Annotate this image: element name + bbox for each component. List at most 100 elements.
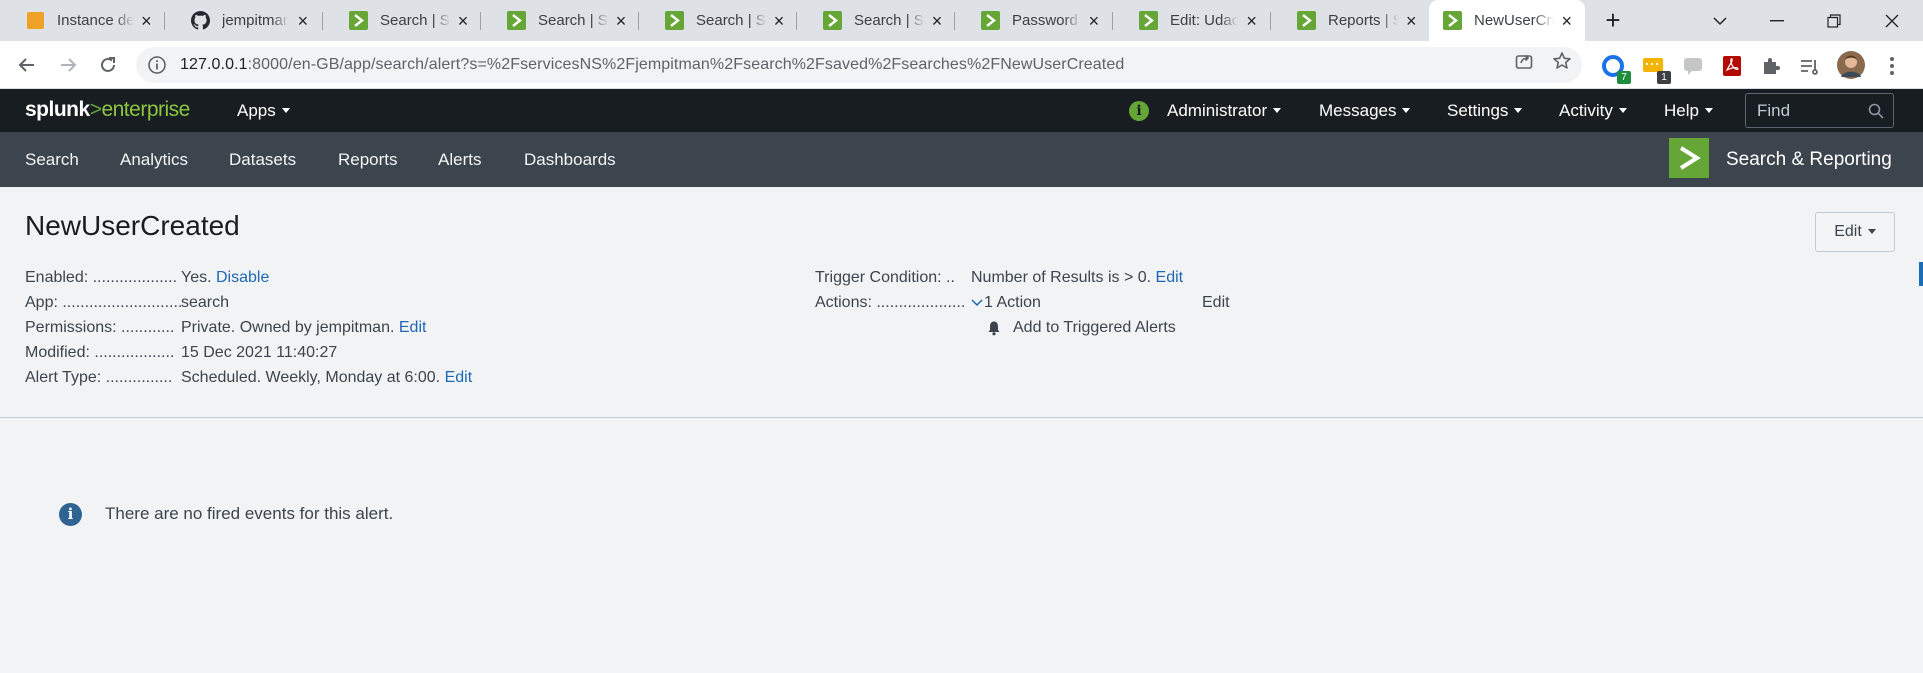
close-tab-icon[interactable]: × bbox=[773, 12, 785, 30]
messages-menu[interactable]: Messages bbox=[1319, 89, 1411, 132]
messages-menu-label: Messages bbox=[1319, 101, 1397, 120]
find-input[interactable] bbox=[1746, 94, 1866, 127]
url-text[interactable]: 127.0.0.1:8000/en-GB/app/search/alert?s=… bbox=[180, 56, 1124, 74]
extension-note-button[interactable]: 1 bbox=[1641, 54, 1671, 84]
nav-analytics[interactable]: Analytics bbox=[120, 132, 188, 187]
settings-menu[interactable]: Settings bbox=[1447, 89, 1523, 132]
extensions-button[interactable] bbox=[1759, 54, 1783, 78]
actions-toggle[interactable]: 1 Action bbox=[971, 294, 1041, 312]
help-menu[interactable]: Help bbox=[1664, 89, 1713, 132]
nav-datasets[interactable]: Datasets bbox=[229, 132, 296, 187]
browser-tab[interactable]: Reports | Splunk × bbox=[1271, 0, 1429, 41]
app-name[interactable]: Search & Reporting bbox=[1726, 132, 1892, 187]
info-icon[interactable]: i bbox=[1129, 101, 1149, 121]
minimize-icon bbox=[1770, 19, 1784, 21]
detail-value: 15 Dec 2021 11:40:27 bbox=[181, 344, 338, 361]
detail-label: Modified: .................. bbox=[25, 344, 175, 361]
search-icon[interactable] bbox=[1868, 103, 1884, 119]
browser-menu-button[interactable] bbox=[1880, 54, 1904, 78]
bell-icon bbox=[988, 321, 1000, 336]
edit-actions-link[interactable]: Edit bbox=[1202, 294, 1230, 312]
nav-search[interactable]: Search bbox=[25, 132, 79, 187]
browser-tab[interactable]: Instance details × bbox=[0, 0, 165, 41]
tab-title: jempitman/ bbox=[222, 12, 289, 29]
nav-reports[interactable]: Reports bbox=[338, 132, 398, 187]
browser-tab[interactable]: Search | Splunk × bbox=[323, 0, 481, 41]
detail-label: Trigger Condition: .. bbox=[815, 269, 955, 286]
user-menu-label: Administrator bbox=[1167, 101, 1268, 120]
minimize-button[interactable] bbox=[1749, 0, 1805, 41]
share-button[interactable] bbox=[1512, 49, 1536, 73]
close-tab-icon[interactable]: × bbox=[1087, 12, 1101, 30]
tab-title: Search | Splunk bbox=[854, 12, 925, 29]
tab-search-button[interactable] bbox=[1692, 0, 1748, 41]
extension-chat-button[interactable] bbox=[1681, 54, 1705, 78]
tab-title: Reports | Splunk bbox=[1328, 12, 1400, 29]
close-tab-icon[interactable]: × bbox=[615, 12, 627, 30]
detail-value: Scheduled. Weekly, Monday at 6:00. bbox=[181, 369, 441, 386]
apps-menu[interactable]: Apps bbox=[237, 89, 290, 132]
caret-down-icon bbox=[1514, 108, 1523, 114]
splunk-icon bbox=[823, 11, 842, 30]
close-window-button[interactable] bbox=[1864, 0, 1920, 41]
browser-tab[interactable]: Search | Splunk × bbox=[797, 0, 955, 41]
splunk-logo[interactable]: splunk>enterprise bbox=[25, 98, 190, 122]
edit-alert-type-link[interactable]: Edit bbox=[445, 369, 473, 386]
extension-c-button[interactable]: 7 bbox=[1601, 54, 1631, 84]
logo-chevron: > bbox=[89, 98, 102, 121]
close-tab-icon[interactable]: × bbox=[1560, 12, 1573, 30]
forward-button[interactable] bbox=[52, 49, 84, 81]
site-info-icon[interactable] bbox=[148, 56, 166, 74]
chevron-down-icon bbox=[1713, 16, 1727, 25]
browser-tab[interactable]: Search | Splunk × bbox=[481, 0, 639, 41]
section-divider bbox=[0, 417, 1923, 418]
back-button[interactable] bbox=[11, 49, 43, 81]
action-item-label: Add to Triggered Alerts bbox=[1013, 319, 1176, 336]
edit-trigger-link[interactable]: Edit bbox=[1156, 269, 1184, 286]
restore-button[interactable] bbox=[1806, 0, 1862, 41]
detail-value: Private. Owned by jempitman. bbox=[181, 319, 395, 336]
close-tab-icon[interactable]: × bbox=[295, 12, 311, 30]
extension-pdf-button[interactable] bbox=[1720, 54, 1744, 78]
detail-label: Enabled: ................... bbox=[25, 269, 178, 286]
activity-menu[interactable]: Activity bbox=[1559, 89, 1627, 132]
bookmark-button[interactable] bbox=[1550, 49, 1574, 73]
restore-icon bbox=[1827, 13, 1841, 28]
search-app-icon[interactable] bbox=[1669, 138, 1709, 178]
page-title: NewUserCreated bbox=[25, 210, 240, 241]
profile-button[interactable] bbox=[1836, 50, 1866, 80]
caret-down-icon bbox=[281, 108, 290, 114]
address-bar[interactable]: 127.0.0.1:8000/en-GB/app/search/alert?s=… bbox=[136, 47, 1582, 83]
reading-list-button[interactable] bbox=[1797, 54, 1821, 78]
aws-icon bbox=[26, 11, 45, 30]
close-tab-icon[interactable]: × bbox=[1405, 12, 1417, 30]
nav-alerts[interactable]: Alerts bbox=[438, 132, 481, 187]
close-tab-icon[interactable]: × bbox=[931, 12, 943, 30]
back-arrow-icon bbox=[18, 58, 34, 72]
browser-tab[interactable]: Edit: Udacity × bbox=[1113, 0, 1271, 41]
close-tab-icon[interactable]: × bbox=[140, 12, 153, 30]
close-tab-icon[interactable]: × bbox=[457, 12, 469, 30]
caret-down-icon bbox=[1618, 108, 1627, 114]
url-host: 127.0.0.1 bbox=[180, 56, 248, 73]
info-icon: i bbox=[59, 503, 82, 526]
browser-tab[interactable]: jempitman/ × bbox=[165, 0, 323, 41]
browser-tab[interactable]: Password en × bbox=[955, 0, 1113, 41]
browser-tab-active[interactable]: NewUserCreated × bbox=[1429, 0, 1585, 41]
edit-dropdown-button[interactable]: Edit bbox=[1815, 212, 1895, 252]
avatar bbox=[1837, 51, 1865, 79]
caret-down-icon bbox=[1704, 108, 1713, 114]
nav-dashboards[interactable]: Dashboards bbox=[524, 132, 616, 187]
edit-permissions-link[interactable]: Edit bbox=[399, 319, 427, 336]
tab-title: Search | Splunk bbox=[538, 12, 609, 29]
puzzle-icon bbox=[1764, 58, 1780, 74]
new-tab-button[interactable]: + bbox=[1598, 6, 1628, 36]
splunk-icon bbox=[665, 11, 684, 30]
disable-link[interactable]: Disable bbox=[216, 269, 269, 286]
close-tab-icon[interactable]: × bbox=[1244, 12, 1259, 30]
user-menu[interactable]: Administrator bbox=[1167, 89, 1282, 132]
reload-button[interactable] bbox=[92, 49, 124, 81]
star-icon bbox=[1553, 52, 1571, 69]
browser-tab[interactable]: Search | Splunk × bbox=[639, 0, 797, 41]
share-icon bbox=[1515, 54, 1533, 69]
